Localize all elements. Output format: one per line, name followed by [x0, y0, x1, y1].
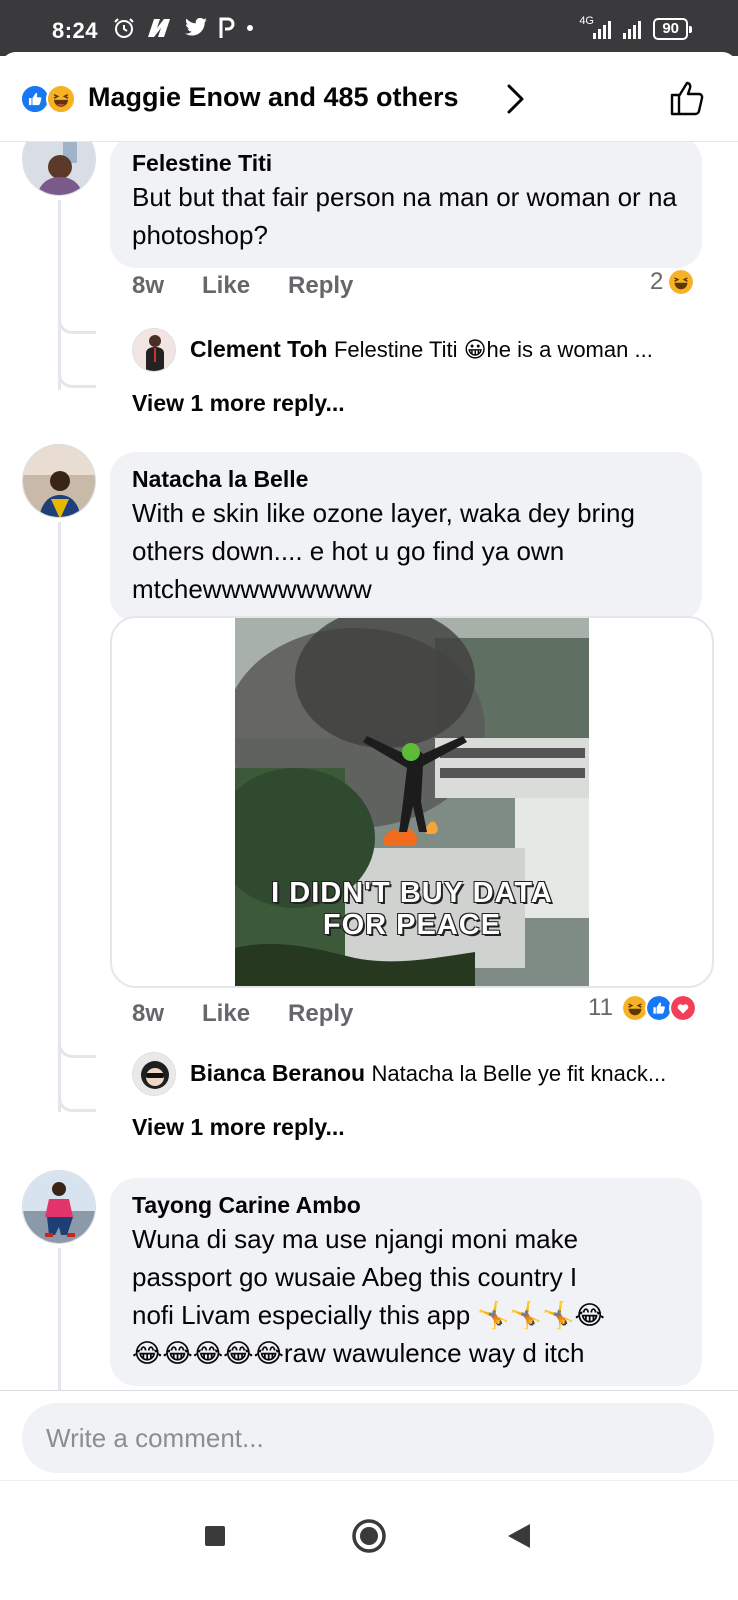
comment-text-line3: nofi Livam especially this app 🤸🤸🤸😂 — [132, 1300, 605, 1330]
comment-author[interactable]: Natacha la Belle — [132, 464, 680, 494]
reactions-header[interactable]: Maggie Enow and 485 others — [0, 52, 738, 142]
recents-button[interactable] — [192, 1513, 238, 1559]
profile-photo — [23, 1171, 95, 1243]
comment-bubble[interactable]: Tayong Carine Ambo Wuna di say ma use nj… — [110, 1178, 702, 1386]
avatar-felestine-titi[interactable] — [22, 142, 96, 196]
more-notifications-icon — [247, 25, 253, 31]
reply-connector — [58, 1088, 96, 1112]
reaction-count: 2 — [650, 268, 664, 295]
reply-connector — [58, 1034, 96, 1058]
thread-line — [58, 200, 61, 390]
meme-image: I DIDN'T BUY DATA FOR PEACE — [235, 618, 589, 986]
circle-icon — [352, 1519, 386, 1553]
chevron-right-icon — [507, 84, 524, 114]
comment-composer: Write a comment... — [0, 1390, 738, 1490]
pinterest-icon — [219, 17, 235, 38]
reply-button[interactable]: Reply — [288, 1000, 353, 1028]
battery-level: 90 — [662, 20, 679, 37]
reaction-summary-icons — [20, 84, 82, 114]
like-button[interactable]: Like — [202, 1000, 250, 1028]
thread-line — [58, 1248, 61, 1390]
signal-strength-icon-2 — [623, 19, 642, 39]
alarm-icon — [114, 18, 134, 38]
comment-text-line2: passport go wusaie Abeg this country I — [132, 1262, 578, 1292]
reply-connector — [58, 310, 96, 334]
profile-photo — [133, 329, 175, 371]
comment-reactions[interactable]: 11 — [588, 994, 697, 1022]
comment-bubble[interactable]: Felestine Titi But but that fair person … — [110, 142, 702, 268]
profile-photo — [23, 445, 95, 517]
news-app-icon — [148, 19, 170, 37]
avatar-bianca-beranou[interactable] — [132, 1052, 176, 1096]
back-button[interactable] — [496, 1513, 542, 1559]
comment-image[interactable]: I DIDN'T BUY DATA FOR PEACE — [110, 616, 714, 988]
view-more-replies[interactable]: View 1 more reply... — [132, 1114, 345, 1141]
comment-text: But but that fair person na man or woman… — [132, 182, 677, 250]
like-button[interactable]: Like — [202, 272, 250, 300]
haha-reaction-icon — [46, 84, 76, 114]
reply-author: Bianca Beranou — [190, 1060, 366, 1086]
comment-age[interactable]: 8w — [132, 1000, 164, 1028]
reply-preview[interactable]: Clement Toh Felestine Titi 😀he is a woma… — [190, 336, 710, 363]
reply-preview[interactable]: Bianca Beranou Natacha la Belle ye fit k… — [190, 1060, 710, 1087]
comments-list: Felestine Titi But but that fair person … — [0, 142, 738, 1390]
comment-age[interactable]: 8w — [132, 272, 164, 300]
notification-icons — [112, 16, 254, 40]
network-type: 4G — [579, 15, 594, 27]
comment-actions: 8w Like Reply — [132, 1000, 353, 1028]
square-icon — [205, 1526, 225, 1546]
reaction-count: 11 — [588, 994, 613, 1021]
battery-icon: 90 — [653, 18, 692, 40]
reply-button[interactable]: Reply — [288, 272, 353, 300]
profile-photo — [133, 1053, 175, 1095]
comment-actions: 8w Like Reply — [132, 272, 353, 300]
home-button[interactable] — [346, 1513, 392, 1559]
avatar-natacha-la-belle[interactable] — [22, 444, 96, 518]
comment-author[interactable]: Felestine Titi — [132, 148, 680, 178]
system-navigation-bar — [0, 1480, 738, 1600]
like-post-button[interactable] — [668, 78, 708, 118]
love-reaction-icon — [668, 994, 697, 1022]
status-bar: 8:24 4G 90 — [0, 0, 738, 56]
reply-text: Felestine Titi 😀he is a woman ... — [333, 337, 653, 362]
comment-input[interactable]: Write a comment... — [22, 1403, 714, 1473]
avatar-clement-toh[interactable] — [132, 328, 176, 372]
comment-text-line4: 😂😂😂😂😂raw wawulence way d itch — [132, 1338, 585, 1368]
avatar-tayong-carine-ambo[interactable] — [22, 1170, 96, 1244]
comment-text-line1: Wuna di say ma use njangi moni make — [132, 1224, 579, 1254]
comment-reactions[interactable]: 2 — [650, 268, 696, 296]
comment-bubble[interactable]: Natacha la Belle With e skin like ozone … — [110, 452, 702, 622]
status-time: 8:24 — [52, 18, 99, 43]
twitter-icon — [185, 18, 207, 36]
meme-caption-line1: I DIDN'T BUY DATA — [271, 877, 553, 909]
comment-author[interactable]: Tayong Carine Ambo — [132, 1190, 680, 1220]
thread-line — [58, 522, 61, 1112]
meme-caption-line2: FOR PEACE — [322, 909, 502, 941]
comments-sheet: Maggie Enow and 485 others Felestine Tit… — [0, 52, 738, 1600]
reply-connector — [58, 364, 96, 388]
system-indicators: 4G 90 — [579, 15, 692, 40]
reply-text: Natacha la Belle ye fit knack... — [371, 1061, 667, 1086]
comment-text: With e skin like ozone layer, waka dey b… — [132, 498, 635, 604]
signal-strength-icon-1 — [593, 19, 612, 39]
reply-author: Clement Toh — [190, 336, 328, 362]
haha-reaction-icon — [667, 268, 696, 296]
profile-photo — [23, 142, 95, 195]
reactions-title: Maggie Enow and 485 others — [88, 82, 459, 112]
view-more-replies[interactable]: View 1 more reply... — [132, 390, 345, 417]
triangle-back-icon — [508, 1524, 530, 1548]
